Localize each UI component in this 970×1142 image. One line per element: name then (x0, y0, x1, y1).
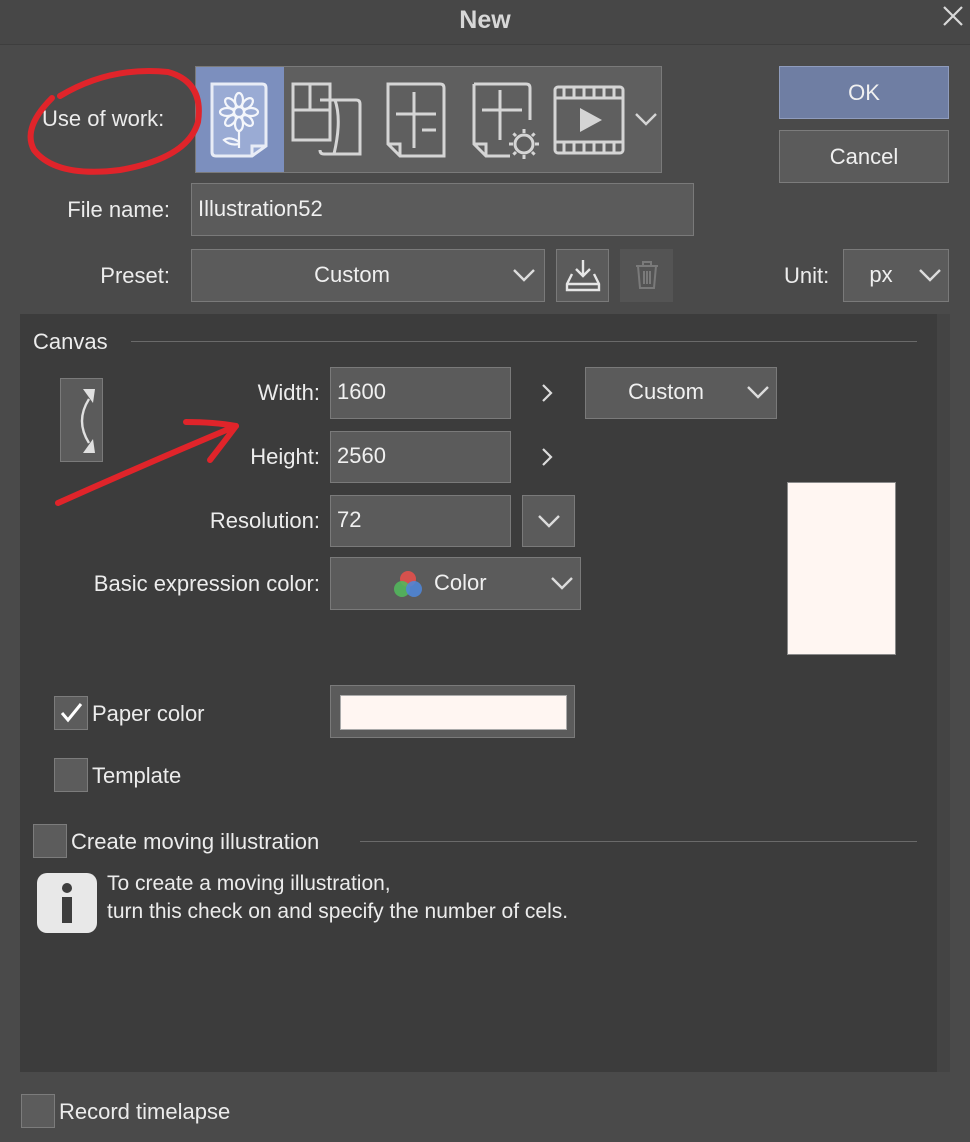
swap-dimensions-button[interactable] (60, 378, 103, 462)
dialog-title: New (459, 6, 511, 34)
file-name-input[interactable]: Illustration52 (191, 183, 694, 236)
template-checkbox[interactable] (54, 758, 88, 792)
comic-pages-icon[interactable] (384, 80, 446, 165)
chevron-down-icon (538, 515, 560, 528)
canvas-panel-scrollbar[interactable] (937, 314, 950, 1072)
delete-preset-button[interactable] (620, 249, 673, 302)
canvas-section-label: Canvas (33, 329, 108, 354)
color-mode-icon (394, 571, 422, 597)
info-icon (37, 873, 97, 933)
height-label: Height: (250, 444, 320, 469)
unit-dropdown[interactable]: px (843, 249, 949, 302)
moving-illustration-checkbox[interactable] (33, 824, 67, 858)
preset-dropdown[interactable]: Custom (191, 249, 545, 302)
moving-illustration-divider (360, 841, 917, 842)
chevron-down-icon (512, 264, 536, 294)
preset-value: Custom (314, 262, 390, 287)
ok-button[interactable]: OK (779, 66, 949, 119)
chevron-down-icon (746, 381, 770, 411)
width-expand-chevron-right-icon[interactable] (538, 382, 556, 409)
expression-color-label: Basic expression color: (93, 571, 320, 596)
save-preset-icon (565, 260, 601, 292)
chevron-down-icon (918, 264, 942, 294)
use-of-work-label: Use of work: (42, 106, 165, 131)
size-preset-dropdown[interactable]: Custom (585, 367, 777, 419)
resolution-input[interactable]: 72 (330, 495, 511, 547)
unit-value: px (869, 262, 893, 287)
height-expand-chevron-right-icon[interactable] (538, 446, 556, 473)
height-input[interactable]: 2560 (330, 431, 511, 483)
chevron-down-icon (550, 572, 574, 602)
moving-illustration-info-line2: turn this check on and specify the numbe… (107, 900, 569, 923)
animation-icon[interactable] (552, 84, 626, 161)
paper-color-label: Paper color (92, 701, 205, 726)
canvas-section-divider (131, 341, 917, 342)
resolution-dropdown-button[interactable] (522, 495, 575, 547)
file-name-label: File name: (67, 197, 170, 222)
width-input[interactable]: 1600 (330, 367, 511, 419)
record-timelapse-checkbox[interactable] (21, 1094, 55, 1128)
expression-color-value: Color (434, 570, 487, 595)
cancel-button[interactable]: Cancel (779, 130, 949, 183)
use-of-work-dropdown-chevron-icon[interactable] (634, 108, 658, 132)
paper-color-picker[interactable] (330, 685, 575, 738)
size-preset-value: Custom (628, 379, 704, 404)
record-timelapse-label: Record timelapse (59, 1099, 231, 1124)
moving-illustration-info-line1: To create a moving illustration, (107, 872, 391, 895)
comic-icon[interactable] (290, 80, 364, 165)
trash-icon (636, 261, 658, 289)
comic-settings-icon[interactable] (470, 80, 546, 167)
save-preset-button[interactable] (556, 249, 609, 302)
template-label: Template (92, 763, 182, 788)
moving-illustration-label: Create moving illustration (71, 829, 320, 854)
paper-color-swatch (340, 695, 567, 730)
swap-arrows-icon (80, 389, 95, 453)
close-icon[interactable] (936, 0, 970, 34)
illustration-icon[interactable] (206, 80, 272, 165)
paper-color-checkbox[interactable] (54, 696, 88, 730)
resolution-label: Resolution: (209, 508, 320, 533)
expression-color-dropdown[interactable]: Color (330, 557, 581, 610)
unit-label: Unit: (784, 263, 830, 288)
width-label: Width: (257, 380, 320, 405)
preset-label: Preset: (100, 263, 170, 288)
canvas-preview (787, 482, 896, 655)
checkmark-icon (60, 703, 83, 723)
